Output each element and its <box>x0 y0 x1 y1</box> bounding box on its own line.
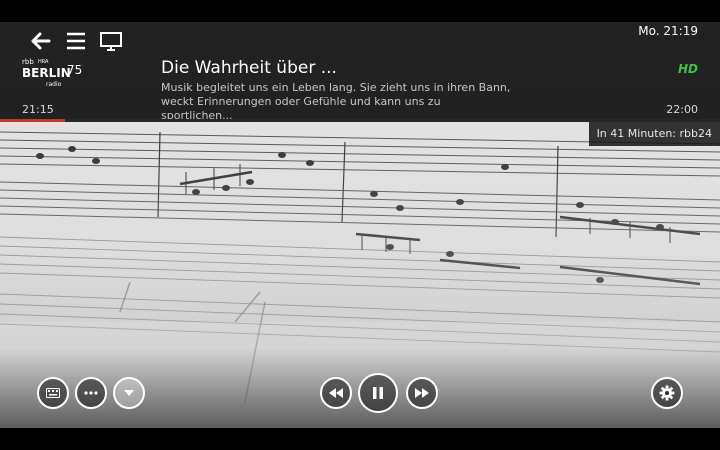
rewind-button[interactable] <box>320 377 352 409</box>
up-next-label: In 41 Minuten: rbb24 <box>588 122 720 146</box>
ellipsis-icon <box>84 391 98 395</box>
settings-button[interactable] <box>651 377 683 409</box>
program-description: Musik begleitet uns ein Leben lang. Sie … <box>161 81 511 122</box>
tv-screen-icon[interactable] <box>99 30 123 52</box>
program-start-time: 21:15 <box>22 103 54 116</box>
pause-button[interactable] <box>358 373 398 413</box>
keyboard-button[interactable] <box>37 377 69 409</box>
rewind-icon <box>329 388 343 398</box>
more-options-button[interactable] <box>75 377 107 409</box>
hd-badge: HD <box>677 62 698 76</box>
keyboard-icon <box>46 388 60 398</box>
dropdown-button[interactable] <box>113 377 145 409</box>
program-end-time: 22:00 <box>666 103 698 116</box>
channel-number: 75 <box>67 63 83 77</box>
caret-down-icon <box>124 390 134 396</box>
hamburger-menu-icon[interactable] <box>64 30 88 52</box>
progress-fill <box>0 119 65 122</box>
fast-forward-button[interactable] <box>406 377 438 409</box>
gear-icon <box>659 385 675 401</box>
fast-forward-icon <box>415 388 429 398</box>
player-frame: Mo. 21:19 rbb HRA BERLIN radio 75 Die Wa… <box>0 22 720 428</box>
pause-icon <box>373 387 383 399</box>
arrow-left-icon[interactable] <box>29 30 53 52</box>
program-title: Die Wahrheit über ... <box>161 58 337 78</box>
clock: Mo. 21:19 <box>638 24 698 38</box>
